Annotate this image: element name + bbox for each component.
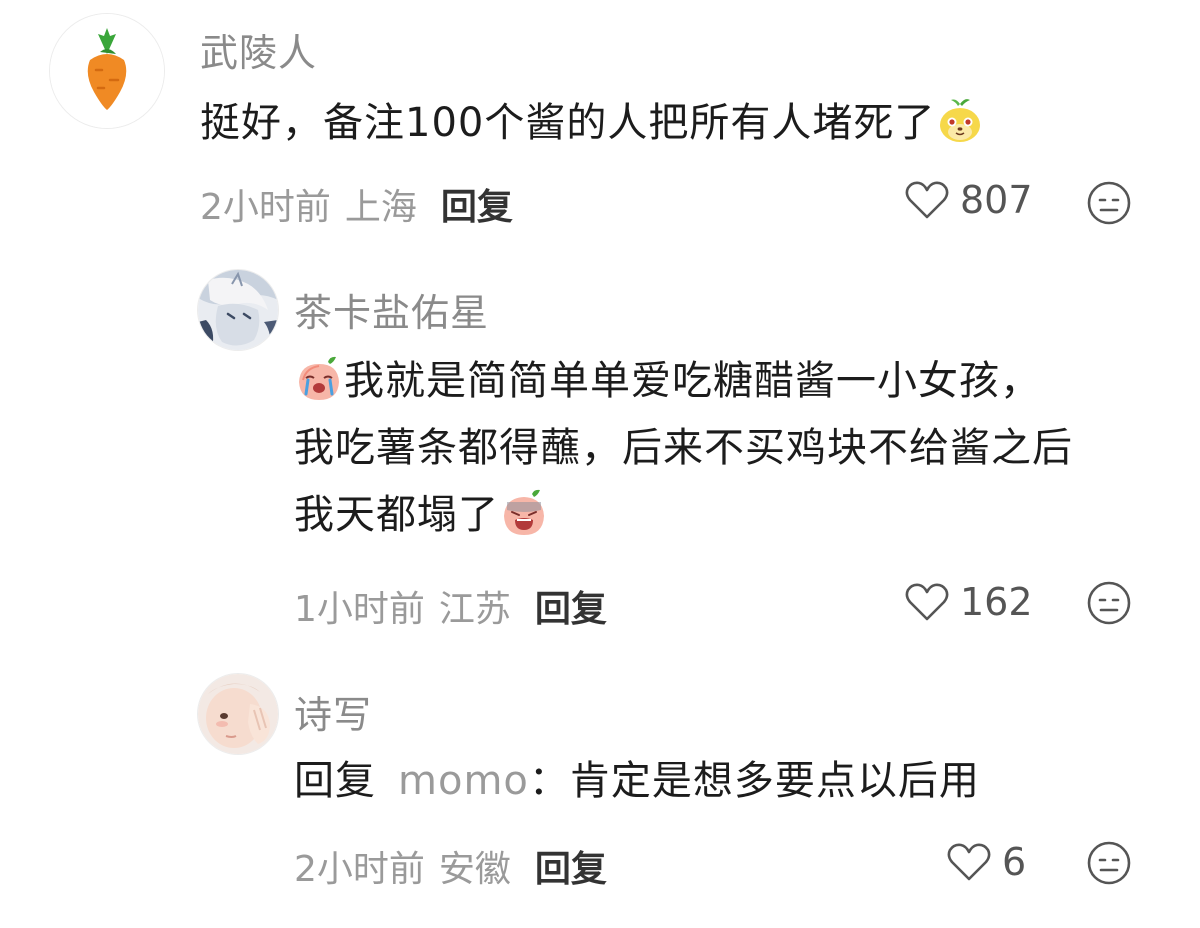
- comment-text: 我就是简简单单爱吃糖醋酱一小女孩， 我吃薯条都得蘸，后来不买鸡块不给酱之后 我天…: [294, 348, 1073, 549]
- avatar[interactable]: [198, 270, 278, 350]
- like-button[interactable]: 807: [904, 178, 1033, 222]
- baby-photo-avatar: [198, 674, 278, 754]
- comment-1: 武陵人 挺好，备注100个酱的人把所有人堵死了 2小时前 上海 回复 807: [0, 0, 1200, 240]
- reply-prefix: 回复: [294, 758, 376, 804]
- heart-icon: [947, 843, 991, 881]
- comment-line-text: 挺好，备注100个酱的人把所有人堵死了: [200, 100, 936, 146]
- comment-time: 2小时前: [200, 187, 331, 228]
- comment-location: 安徽: [438, 849, 511, 890]
- like-count: 6: [1002, 840, 1027, 884]
- comment-text: 回复 momo：肯定是想多要点以后用: [294, 748, 980, 815]
- comment-line: 我天都塌了: [294, 482, 1073, 549]
- comment-location: 上海: [344, 187, 417, 228]
- comment-time: 1小时前: [294, 589, 425, 630]
- heart-icon: [905, 583, 949, 621]
- comment-line-text: 肯定是想多要点以后用: [569, 758, 980, 804]
- comment-3: 诗写 回复 momo：肯定是想多要点以后用 2小时前 安徽 回复 6: [0, 660, 1200, 928]
- comment-line: 挺好，备注100个酱的人把所有人堵死了: [200, 90, 985, 157]
- username[interactable]: 武陵人: [200, 22, 317, 77]
- comment-2: 茶卡盐佑星 我就是简简单单爱吃糖醋酱一小女孩， 我吃薯条都得蘸，后来不买鸡块不给…: [0, 240, 1200, 660]
- like-button[interactable]: 162: [904, 580, 1033, 624]
- dislike-face-icon[interactable]: [1086, 180, 1132, 226]
- like-button[interactable]: 6: [946, 840, 1026, 884]
- comment-location: 江苏: [438, 589, 511, 630]
- crying-peach-emoji: [299, 356, 339, 400]
- avatar[interactable]: [198, 674, 278, 754]
- username[interactable]: 茶卡盐佑星: [294, 282, 489, 337]
- yellow-sprout-face-emoji: [940, 99, 981, 142]
- comment-text: 挺好，备注100个酱的人把所有人堵死了: [200, 90, 985, 157]
- dislike-face-icon[interactable]: [1086, 580, 1132, 626]
- reply-colon: ：: [528, 758, 570, 804]
- comment-meta: 2小时前 上海 回复: [200, 178, 513, 230]
- carrot-icon: [50, 14, 164, 128]
- comment-line-text: 我吃薯条都得蘸，后来不买鸡块不给酱之后: [294, 425, 1073, 471]
- comment-meta: 1小时前 江苏 回复: [294, 580, 607, 632]
- reply-button[interactable]: 回复: [441, 178, 513, 230]
- avatar[interactable]: [50, 14, 164, 128]
- dislike-face-icon[interactable]: [1086, 840, 1132, 886]
- heart-icon: [905, 181, 949, 219]
- comment-line: 回复 momo：肯定是想多要点以后用: [294, 748, 980, 815]
- reply-target-username[interactable]: momo: [398, 758, 529, 804]
- comment-line: 我就是简简单单爱吃糖醋酱一小女孩，: [294, 348, 1073, 415]
- like-count: 807: [960, 178, 1033, 222]
- despair-peach-emoji: [504, 489, 544, 535]
- reply-button[interactable]: 回复: [535, 840, 607, 892]
- comment-line: 我吃薯条都得蘸，后来不买鸡块不给酱之后: [294, 415, 1073, 482]
- comment-time: 2小时前: [294, 849, 425, 890]
- reply-button[interactable]: 回复: [535, 580, 607, 632]
- comment-meta: 2小时前 安徽 回复: [294, 840, 607, 892]
- like-count: 162: [960, 580, 1033, 624]
- comment-line-text: 我天都塌了: [294, 492, 499, 538]
- username[interactable]: 诗写: [294, 684, 372, 739]
- anime-character-avatar: [198, 270, 278, 350]
- comment-line-text: 我就是简简单单爱吃糖醋酱一小女孩，: [344, 358, 1041, 404]
